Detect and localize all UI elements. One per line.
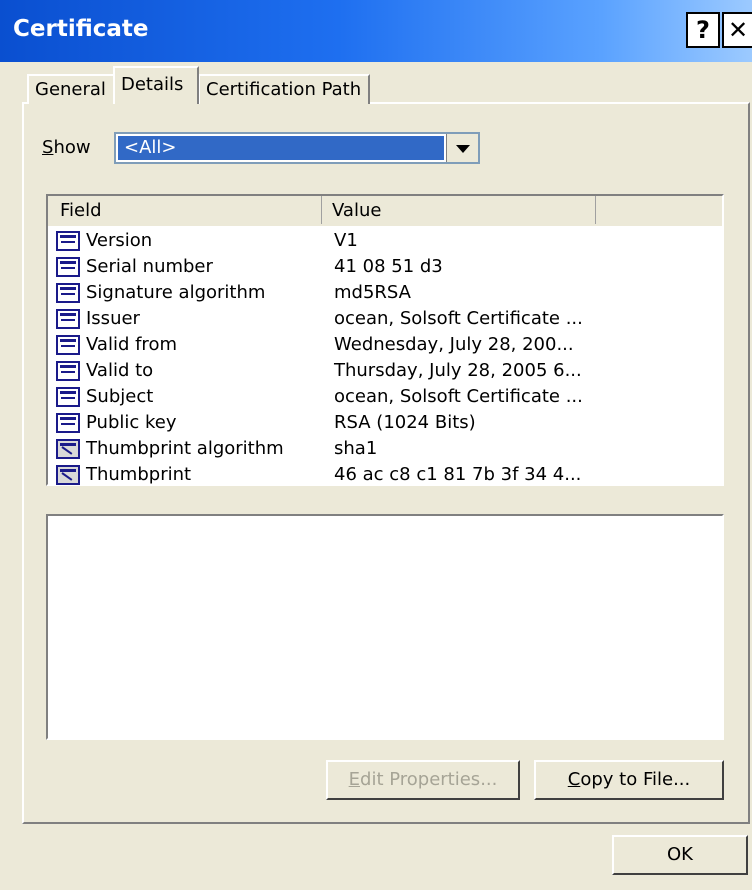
row-field: Valid to [86,360,154,381]
row-field: Public key [86,412,177,433]
table-row[interactable]: Signature algorithm md5RSA [54,280,714,306]
row-field: Thumbprint [86,464,192,485]
field-icon [56,387,80,407]
column-header-empty[interactable] [596,196,722,224]
show-label: Show [42,137,91,158]
tab-certification-path[interactable]: Certification Path [198,74,370,104]
row-value: 41 08 51 d3 [334,256,443,277]
row-field: Issuer [86,308,140,329]
row-value: ocean, Solsoft Certificate ... [334,308,583,329]
close-button[interactable]: ✕ [722,12,752,48]
table-row[interactable]: Serial number 41 08 51 d3 [54,254,714,280]
copy-to-file-button[interactable]: Copy to File... [534,760,724,800]
row-field: Thumbprint algorithm [86,438,284,459]
row-field: Signature algorithm [86,282,266,303]
table-row[interactable]: Thumbprint 46 ac c8 c1 81 7b 3f 34 4... [54,462,714,488]
field-icon [56,231,80,251]
list-header: Field Value [48,196,722,226]
title-bar[interactable]: Certificate ? ✕ [0,0,752,62]
row-value: V1 [334,230,358,251]
row-value: Wednesday, July 28, 200... [334,334,574,355]
row-value: 46 ac c8 c1 81 7b 3f 34 4... [334,464,582,485]
field-icon [56,257,80,277]
row-value: sha1 [334,438,378,459]
row-field: Subject [86,386,154,407]
table-row[interactable]: Version V1 [54,228,714,254]
row-value: ocean, Solsoft Certificate ... [334,386,583,407]
row-field: Version [86,230,153,251]
show-dropdown[interactable]: <All> [114,132,480,164]
table-row[interactable]: Subject ocean, Solsoft Certificate ... [54,384,714,410]
show-dropdown-value: <All> [118,136,444,160]
row-value: md5RSA [334,282,411,303]
table-row[interactable]: Public key RSA (1024 Bits) [54,410,714,436]
column-header-value[interactable]: Value [322,196,596,224]
table-row[interactable]: Thumbprint algorithm sha1 [54,436,714,462]
field-icon [56,361,80,381]
thumbprint-icon [56,439,80,459]
field-icon [56,283,80,303]
row-field: Valid from [86,334,177,355]
table-row[interactable]: Valid to Thursday, July 28, 2005 6... [54,358,714,384]
field-icon [56,335,80,355]
edit-properties-button[interactable]: Edit Properties... [326,760,520,800]
thumbprint-icon [56,465,80,485]
field-list[interactable]: Field Value Version V1 Serial number 41 … [46,194,724,486]
window-title: Certificate [13,16,149,42]
table-row[interactable]: Valid from Wednesday, July 28, 200... [54,332,714,358]
column-header-field[interactable]: Field [48,196,322,224]
tab-details[interactable]: Details [113,66,199,104]
row-field: Serial number [86,256,213,277]
field-detail-textbox[interactable] [46,514,724,740]
field-icon [56,413,80,433]
tab-general[interactable]: General [27,74,113,104]
ok-button[interactable]: OK [612,835,748,875]
chevron-down-icon[interactable] [446,134,478,162]
field-icon [56,309,80,329]
row-value: Thursday, July 28, 2005 6... [334,360,582,381]
table-row[interactable]: Issuer ocean, Solsoft Certificate ... [54,306,714,332]
help-button[interactable]: ? [686,12,720,48]
row-value: RSA (1024 Bits) [334,412,476,433]
